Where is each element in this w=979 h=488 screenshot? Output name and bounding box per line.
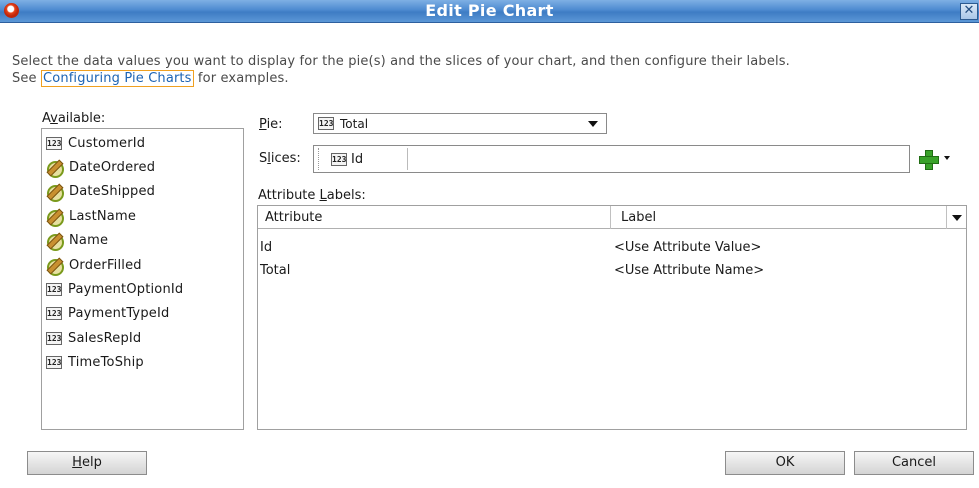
- list-item-label: LastName: [69, 208, 137, 224]
- table-row[interactable]: Total <Use Attribute Name>: [258, 259, 966, 282]
- list-item[interactable]: DateShipped: [42, 180, 243, 204]
- slices-field[interactable]: 123 Id: [313, 145, 910, 173]
- list-item-label: TimeToShip: [68, 355, 144, 371]
- list-item-label: PaymentTypeId: [68, 306, 170, 322]
- list-item[interactable]: 123 PaymentTypeId: [42, 302, 243, 326]
- close-button[interactable]: ✕: [960, 3, 978, 20]
- list-item[interactable]: 123 CustomerId: [42, 131, 243, 155]
- instructions-line-1: Select the data values you want to displ…: [12, 54, 790, 69]
- table-header: Attribute Label: [258, 206, 966, 229]
- list-item-label: PaymentOptionId: [68, 282, 184, 298]
- list-item[interactable]: OrderFilled: [42, 253, 243, 277]
- title-bar: Edit Pie Chart ✕: [0, 0, 979, 23]
- instructions-line-2: See Configuring Pie Charts for examples.: [12, 70, 962, 87]
- table-cell-attribute: Id: [260, 240, 273, 255]
- number-icon: 123: [46, 283, 62, 297]
- number-icon: 123: [46, 331, 62, 345]
- pie-select-value: Total: [340, 116, 369, 131]
- column-divider[interactable]: [946, 206, 947, 229]
- available-label: Available:: [42, 111, 106, 126]
- attribute-icon: [46, 159, 64, 179]
- number-icon: 123: [318, 117, 334, 130]
- slices-label: Slices:: [259, 151, 301, 166]
- configuring-pie-charts-link[interactable]: Configuring Pie Charts: [40, 70, 194, 87]
- instructions-see-text: See: [12, 71, 41, 86]
- list-item-label: SalesRepId: [68, 330, 142, 346]
- attribute-labels-title: Attribute Labels:: [258, 188, 366, 203]
- slice-chip-label: Id: [351, 151, 364, 167]
- list-item[interactable]: DateOrdered: [42, 155, 243, 179]
- help-button[interactable]: Help: [27, 451, 147, 475]
- chevron-down-icon: [944, 156, 950, 160]
- cancel-button[interactable]: Cancel: [854, 451, 974, 475]
- number-icon: 123: [46, 356, 62, 370]
- attribute-icon: [46, 257, 64, 276]
- dialog-title: Edit Pie Chart: [425, 1, 554, 20]
- add-slice-button[interactable]: [919, 150, 957, 170]
- attribute-labels-table[interactable]: Attribute Label Id <Use Attribute Value>…: [257, 205, 967, 430]
- instructions-examples-text: for examples.: [193, 71, 289, 86]
- attribute-icon: [46, 232, 64, 252]
- list-item-label: DateOrdered: [69, 160, 156, 176]
- chevron-down-icon[interactable]: [588, 121, 598, 127]
- plus-icon: [919, 150, 939, 170]
- chevron-down-icon[interactable]: [952, 215, 962, 221]
- list-item[interactable]: 123 SalesRepId: [42, 326, 243, 350]
- list-item-label: Name: [69, 233, 109, 249]
- column-divider[interactable]: [610, 206, 611, 229]
- table-cell-label[interactable]: <Use Attribute Name>: [614, 263, 764, 278]
- number-icon: 123: [331, 152, 347, 166]
- pie-select[interactable]: 123 Total: [313, 113, 607, 134]
- column-header-label[interactable]: Label: [621, 210, 656, 225]
- available-list[interactable]: 123 CustomerId DateOrdered DateShipped L…: [41, 128, 244, 430]
- number-icon: 123: [46, 136, 62, 150]
- slice-chip[interactable]: 123 Id: [318, 148, 408, 170]
- column-header-attribute[interactable]: Attribute: [265, 210, 322, 225]
- list-item[interactable]: LastName: [42, 204, 243, 228]
- pie-label: Pie:: [259, 117, 283, 132]
- list-item-label: CustomerId: [68, 135, 146, 151]
- table-cell-attribute: Total: [260, 263, 291, 278]
- number-icon: 123: [46, 307, 62, 321]
- table-row[interactable]: Id <Use Attribute Value>: [258, 236, 966, 259]
- list-item-label: OrderFilled: [69, 257, 142, 273]
- attribute-icon: [46, 183, 64, 203]
- ok-button[interactable]: OK: [725, 451, 845, 475]
- list-item[interactable]: 123 PaymentOptionId: [42, 277, 243, 301]
- list-item[interactable]: Name: [42, 229, 243, 253]
- list-item[interactable]: 123 TimeToShip: [42, 351, 243, 375]
- attribute-icon: [46, 208, 64, 227]
- list-item-label: DateShipped: [69, 184, 156, 200]
- instructions: Select the data values you want to displ…: [12, 53, 962, 87]
- table-cell-label[interactable]: <Use Attribute Value>: [614, 240, 761, 255]
